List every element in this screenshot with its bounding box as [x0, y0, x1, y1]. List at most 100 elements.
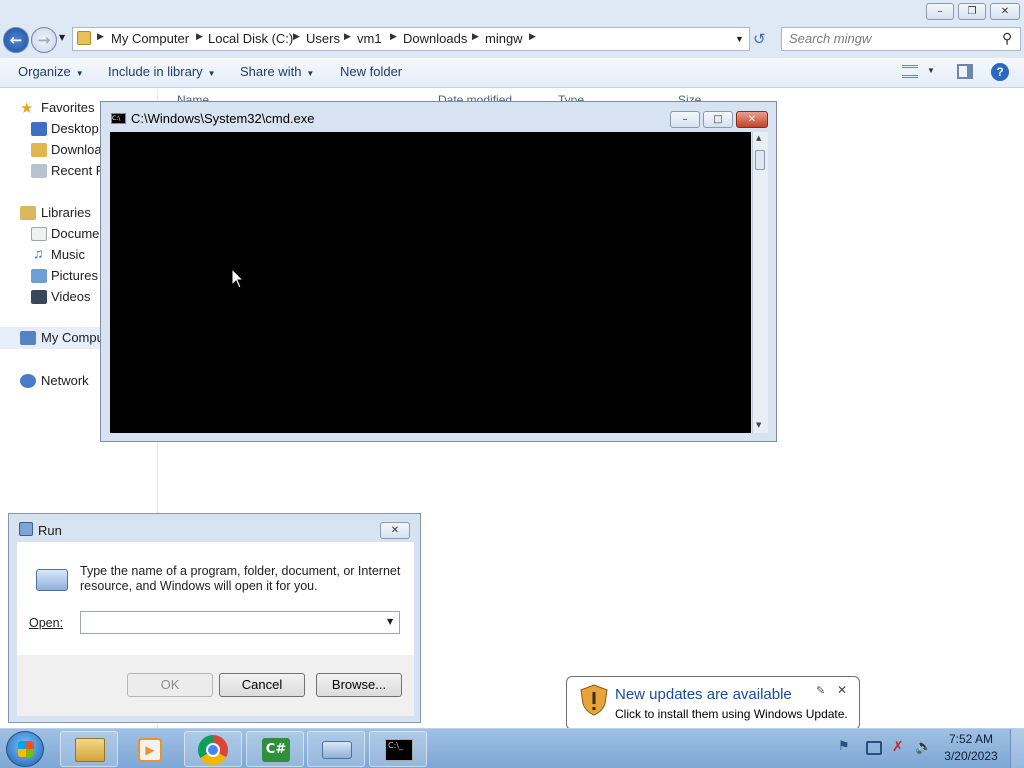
mouse-cursor-icon	[231, 268, 245, 289]
open-label: Open:	[29, 616, 64, 630]
folder-icon	[75, 738, 105, 762]
taskbar-explorer-button[interactable]	[60, 731, 118, 767]
taskbar-chrome-button[interactable]	[184, 731, 242, 767]
taskbar-csharp-button[interactable]: C#	[246, 731, 304, 767]
forward-button[interactable]: →	[31, 27, 57, 53]
run-dialog[interactable]: Run ✕ Type the name of a program, folder…	[8, 513, 421, 723]
search-placeholder: Search mingw	[789, 31, 872, 46]
cmd-icon: C:\	[111, 113, 126, 124]
media-player-icon: ▶	[138, 738, 162, 762]
scrollbar-thumb[interactable]	[755, 150, 765, 170]
run-dialog-body: Type the name of a program, folder, docu…	[17, 542, 414, 655]
breadcrumb-downloads[interactable]: Downloads	[403, 31, 467, 46]
downloads-folder-icon	[31, 143, 47, 157]
breadcrumb-chevron-icon[interactable]: ▶	[293, 31, 300, 42]
cmd-minimize-button[interactable]: –	[670, 111, 700, 128]
breadcrumb-users[interactable]: Users	[306, 31, 340, 46]
run-description-line-1: Type the name of a program, folder, docu…	[80, 564, 401, 578]
command-bar: Organize ▼ Include in library ▼ Share with…	[0, 58, 1024, 88]
action-center-flag-icon[interactable]: ⚑	[838, 739, 850, 754]
breadcrumb-chevron-icon[interactable]: ▶	[344, 31, 351, 42]
open-dropdown-arrow-icon[interactable]: ▼	[387, 617, 393, 626]
taskbar-cmd-button[interactable]: C:\_	[369, 731, 427, 767]
breadcrumb-chevron-icon[interactable]: ▶	[196, 31, 203, 42]
cancel-button[interactable]: Cancel	[219, 673, 305, 697]
music-icon: ♫	[33, 245, 44, 261]
help-icon[interactable]: ?	[991, 63, 1009, 81]
organize-menu[interactable]: Organize ▼	[18, 64, 84, 79]
breadcrumb-chevron-icon[interactable]: ▶	[390, 31, 397, 42]
cmd-close-button[interactable]: ✕	[736, 111, 768, 128]
scroll-down-arrow-icon[interactable]: ▼	[756, 421, 761, 429]
network-tray-icon[interactable]	[866, 741, 882, 755]
cmd-icon: C:\_	[385, 739, 413, 761]
update-notification-balloon[interactable]: New updates are available Click to insta…	[566, 676, 860, 739]
csharp-icon: C#	[262, 738, 290, 762]
run-program-icon	[36, 569, 68, 591]
chevron-down-icon: ▼	[306, 69, 315, 78]
run-title: Run	[38, 523, 62, 538]
explorer-restore-button[interactable]: ❐	[958, 3, 986, 20]
explorer-minimize-button[interactable]: –	[926, 3, 954, 20]
run-app-icon	[19, 522, 33, 536]
clock-time: 7:52 AM	[948, 732, 994, 746]
include-in-library-menu[interactable]: Include in library ▼	[108, 64, 216, 79]
address-history-dropdown-icon[interactable]: ▼	[735, 34, 744, 44]
open-combobox[interactable]: ▼	[80, 611, 400, 634]
organize-label: Organize	[18, 64, 71, 79]
breadcrumb-chevron-icon[interactable]: ▶	[529, 31, 536, 42]
refresh-icon[interactable]: ↺	[753, 30, 766, 48]
breadcrumb-vm1[interactable]: vm1	[357, 31, 382, 46]
windows-logo-icon	[18, 741, 34, 757]
taskbar: ▶ C# C:\_ ⚑ ✗ 🔈 7:52 AM 3/20/2023	[0, 728, 1024, 768]
cmd-window[interactable]: C:\ C:\Windows\System32\cmd.exe – □ ✕ ▲ …	[100, 101, 777, 442]
include-in-library-label: Include in library	[108, 64, 203, 79]
view-options-icon[interactable]	[902, 65, 918, 78]
scroll-up-arrow-icon[interactable]: ▲	[756, 134, 761, 142]
share-with-label: Share with	[240, 64, 302, 79]
taskbar-media-player-button[interactable]: ▶	[121, 731, 179, 767]
new-folder-button[interactable]: New folder	[340, 64, 402, 79]
chevron-down-icon[interactable]: ▼	[927, 66, 935, 75]
search-icon[interactable]: ⚲	[1002, 30, 1012, 47]
flag-error-tray-icon[interactable]: ✗	[892, 739, 904, 755]
breadcrumb-my-computer[interactable]: My Computer	[111, 31, 189, 46]
notification-title: New updates are available	[615, 686, 792, 703]
volume-icon[interactable]: 🔈	[915, 739, 932, 755]
run-close-button[interactable]: ✕	[380, 522, 410, 539]
notification-close-icon[interactable]: ✕	[837, 683, 847, 697]
breadcrumb-chevron-icon[interactable]: ▶	[472, 31, 479, 42]
documents-icon	[31, 227, 47, 241]
recent-pages-dropdown-icon[interactable]: ▼	[59, 33, 65, 42]
explorer-close-button[interactable]: ✕	[990, 3, 1020, 20]
taskbar-run-button[interactable]	[307, 731, 365, 767]
cmd-maximize-button[interactable]: □	[703, 111, 733, 128]
preview-pane-icon[interactable]	[957, 64, 973, 79]
chrome-icon-center	[206, 743, 220, 757]
run-program-icon	[322, 741, 352, 759]
back-button[interactable]: ←	[3, 27, 29, 53]
address-row: ← → ▼ ▶ My Computer ▶ Local Disk (C:) ▶ …	[0, 24, 1024, 58]
browse-button[interactable]: Browse...	[316, 673, 402, 697]
recent-places-icon	[31, 164, 47, 178]
favorites-star-icon: ★	[20, 100, 34, 117]
folder-icon	[77, 31, 91, 45]
breadcrumb-local-disk[interactable]: Local Disk (C:)	[208, 31, 293, 46]
clock-date: 3/20/2023	[944, 749, 998, 763]
share-with-menu[interactable]: Share with ▼	[240, 64, 314, 79]
console-output-area[interactable]	[110, 132, 751, 433]
chevron-down-icon: ▼	[207, 69, 216, 78]
show-desktop-button[interactable]	[1010, 729, 1024, 768]
breadcrumb-chevron-icon: ▶	[97, 31, 104, 41]
search-input[interactable]: Search mingw ⚲	[781, 27, 1021, 51]
notification-options-icon[interactable]: ✎	[816, 684, 825, 697]
clock[interactable]: 7:52 AM 3/20/2023	[940, 732, 1002, 763]
explorer-title-bar[interactable]: – ❐ ✕	[0, 0, 1024, 24]
address-bar[interactable]: ▶ My Computer ▶ Local Disk (C:) ▶ Users …	[72, 27, 750, 51]
network-icon	[20, 374, 36, 388]
breadcrumb-mingw[interactable]: mingw	[485, 31, 523, 46]
ok-button[interactable]: OK	[127, 673, 213, 697]
cmd-vertical-scrollbar[interactable]: ▲ ▼	[752, 132, 768, 433]
start-button[interactable]	[6, 731, 44, 767]
computer-icon	[20, 331, 36, 345]
